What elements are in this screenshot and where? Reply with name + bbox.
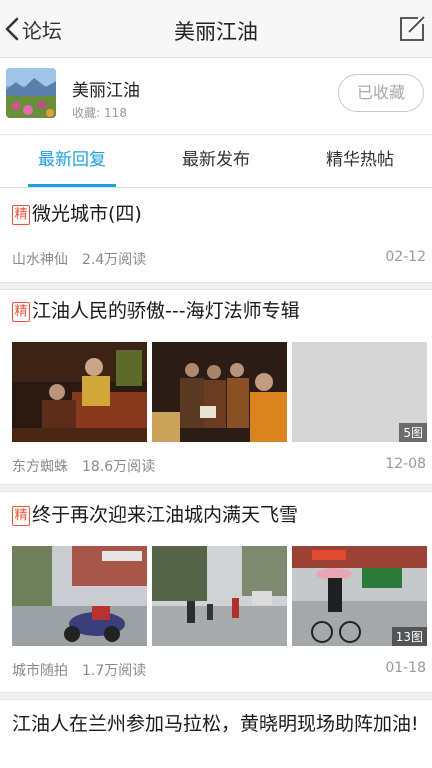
tab-latest-posts[interactable]: 最新发布 — [144, 135, 288, 187]
post-date: 02-12 — [385, 249, 426, 265]
post-title: 精微光城市(四) — [12, 201, 422, 228]
forum-favorites: 收藏: 118 — [72, 104, 127, 121]
post-meta: 山水神仙 2.4万阅读 — [12, 249, 422, 269]
post-thumbnails: 13图 — [12, 546, 427, 646]
post-thumbnail[interactable]: 13图 — [292, 546, 427, 646]
essence-badge: 精 — [12, 302, 30, 322]
forum-logo — [6, 68, 56, 118]
post-thumbnail[interactable] — [152, 342, 287, 442]
compose-icon[interactable] — [398, 15, 426, 43]
post-thumbnail[interactable] — [12, 546, 147, 646]
post-meta: 东方蜘蛛 18.6万阅读 — [12, 456, 422, 476]
image-count-badge: 13图 — [391, 627, 427, 646]
post-item[interactable]: 精终于再次迎来江油城内满天飞雪 13图 城市随拍 1.7万阅读 01-18 — [0, 492, 432, 692]
post-title: 江油人在兰州参加马拉松，黄晓明现场助阵加油! — [12, 713, 419, 735]
post-item[interactable]: 精江油人民的骄傲---海灯法师专辑 5图 东方蜘蛛 18.6万阅读 12-08 — [0, 290, 432, 484]
post-views: 18.6万阅读 — [82, 459, 156, 475]
post-author: 城市随拍 — [12, 663, 68, 679]
favorited-button[interactable]: 已收藏 — [338, 74, 424, 112]
post-item[interactable]: 江油人在兰州参加马拉松，黄晓明现场助阵加油! — [0, 700, 432, 768]
navigation-bar: 论坛 美丽江油 — [0, 0, 432, 58]
forum-name: 美丽江油 — [72, 81, 140, 101]
divider — [0, 484, 432, 492]
tab-featured[interactable]: 精华热帖 — [288, 135, 432, 187]
post-author: 东方蜘蛛 — [12, 459, 68, 475]
post-thumbnails: 5图 — [12, 342, 427, 442]
post-views: 1.7万阅读 — [82, 663, 147, 679]
post-date: 12-08 — [385, 456, 426, 472]
post-thumbnail[interactable] — [12, 342, 147, 442]
tab-latest-replies[interactable]: 最新回复 — [0, 135, 144, 187]
essence-badge: 精 — [12, 205, 30, 225]
post-title: 精江油人民的骄傲---海灯法师专辑 — [12, 298, 422, 325]
post-views: 2.4万阅读 — [82, 252, 147, 268]
post-title: 精终于再次迎来江油城内满天飞雪 — [12, 502, 422, 529]
essence-badge: 精 — [12, 506, 30, 526]
post-thumbnail[interactable] — [152, 546, 287, 646]
post-thumbnail[interactable]: 5图 — [292, 342, 427, 442]
post-meta: 城市随拍 1.7万阅读 — [12, 660, 422, 680]
favorites-count: 118 — [104, 106, 127, 120]
post-item[interactable]: 精微光城市(四) 山水神仙 2.4万阅读 02-12 — [0, 188, 432, 282]
post-author: 山水神仙 — [12, 252, 68, 268]
divider — [0, 282, 432, 290]
tab-bar: 最新回复 最新发布 精华热帖 — [0, 134, 432, 188]
divider — [0, 692, 432, 700]
image-count-badge: 5图 — [399, 423, 427, 442]
page-title: 美丽江油 — [174, 20, 258, 44]
post-date: 01-18 — [385, 660, 426, 676]
forum-header: 美丽江油 收藏: 118 已收藏 — [0, 58, 432, 134]
favorites-label: 收藏: — [72, 106, 101, 120]
